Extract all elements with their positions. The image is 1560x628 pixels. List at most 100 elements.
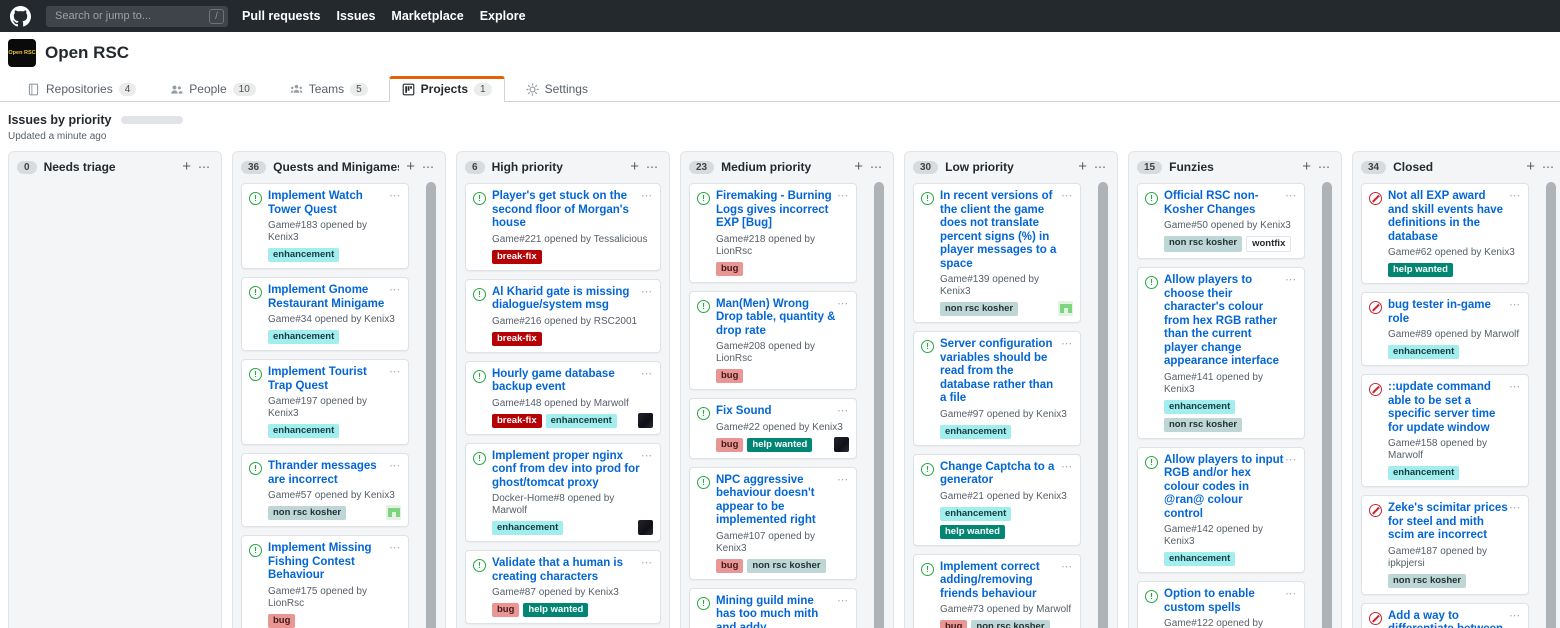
- column-menu-button[interactable]: ⋯: [1542, 162, 1555, 172]
- issue-title[interactable]: Thrander messages are incorrect: [268, 460, 388, 487]
- card-menu-button[interactable]: ⋯: [1061, 560, 1073, 573]
- issue-card[interactable]: !⋯Option to enable custom spellsGame#122…: [1137, 581, 1305, 628]
- issue-card[interactable]: !⋯Implement Tourist Trap QuestGame#197 o…: [241, 359, 409, 445]
- card-menu-button[interactable]: ⋯: [389, 283, 401, 296]
- issue-title[interactable]: Implement Gnome Restaurant Minigame: [268, 284, 388, 311]
- issue-title[interactable]: Implement correct adding/removing friend…: [940, 561, 1060, 602]
- column-menu-button[interactable]: ⋯: [1094, 162, 1107, 172]
- nav-link-issues[interactable]: Issues: [337, 9, 376, 23]
- tab-people[interactable]: People10: [157, 76, 269, 102]
- github-logo-icon[interactable]: [10, 5, 32, 27]
- issue-card[interactable]: !⋯Implement correct adding/removing frie…: [913, 554, 1081, 628]
- card-menu-button[interactable]: ⋯: [389, 189, 401, 202]
- issue-title[interactable]: Allow players to input RGB and/or hex co…: [1164, 454, 1284, 522]
- issue-card[interactable]: !⋯Al Kharid gate is missing dialogue/sys…: [465, 279, 661, 353]
- issue-title[interactable]: Zeke's scimitar prices for steel and mit…: [1388, 502, 1508, 543]
- tab-projects[interactable]: Projects1: [389, 76, 505, 102]
- issue-card[interactable]: !⋯Validate that a human is creating char…: [465, 550, 661, 624]
- add-card-button[interactable]: +: [1078, 161, 1087, 173]
- issue-card[interactable]: !⋯Implement proper nginx conf from dev i…: [465, 443, 661, 543]
- card-menu-button[interactable]: ⋯: [1509, 609, 1521, 622]
- issue-card[interactable]: !⋯Player's get stuck on the second floor…: [465, 183, 661, 271]
- card-menu-button[interactable]: ⋯: [1509, 298, 1521, 311]
- issue-card[interactable]: !⋯Man(Men) Wrong Drop table, quantity & …: [689, 291, 857, 391]
- tab-settings[interactable]: Settings: [513, 76, 601, 102]
- issue-card[interactable]: !⋯Hourly game database backup eventGame#…: [465, 361, 661, 435]
- scrollbar-thumb[interactable]: [1322, 182, 1332, 628]
- issue-card[interactable]: !⋯::update command able to be set a spec…: [1361, 374, 1529, 487]
- scrollbar-thumb[interactable]: [426, 182, 436, 628]
- issue-title[interactable]: Player's get stuck on the second floor o…: [492, 190, 640, 231]
- card-menu-button[interactable]: ⋯: [1285, 453, 1297, 466]
- issue-title[interactable]: Server configuration variables should be…: [940, 338, 1060, 406]
- issue-title[interactable]: bug tester in-game role: [1388, 299, 1508, 326]
- nav-link-explore[interactable]: Explore: [480, 9, 526, 23]
- issue-title[interactable]: Hourly game database backup event: [492, 368, 640, 395]
- issue-card[interactable]: !⋯Implement Gnome Restaurant MinigameGam…: [241, 277, 409, 351]
- issue-title[interactable]: Change Captcha to a generator: [940, 461, 1060, 488]
- card-menu-button[interactable]: ⋯: [1061, 189, 1073, 202]
- scrollbar-thumb[interactable]: [1546, 182, 1556, 628]
- add-card-button[interactable]: +: [630, 161, 639, 173]
- card-menu-button[interactable]: ⋯: [389, 459, 401, 472]
- issue-title[interactable]: Firemaking - Burning Logs gives incorrec…: [716, 190, 836, 231]
- nav-link-pull-requests[interactable]: Pull requests: [242, 9, 321, 23]
- card-menu-button[interactable]: ⋯: [1509, 501, 1521, 514]
- issue-card[interactable]: !⋯Allow players to input RGB and/or hex …: [1137, 447, 1305, 574]
- card-menu-button[interactable]: ⋯: [1061, 337, 1073, 350]
- card-menu-button[interactable]: ⋯: [641, 367, 653, 380]
- issue-title[interactable]: ::update command able to be set a specif…: [1388, 381, 1508, 435]
- issue-title[interactable]: In recent versions of the client the gam…: [940, 190, 1060, 271]
- tab-repositories[interactable]: Repositories4: [14, 76, 149, 102]
- issue-title[interactable]: Allow players to choose their character'…: [1164, 274, 1284, 369]
- issue-title[interactable]: Implement Tourist Trap Quest: [268, 366, 388, 393]
- issue-card[interactable]: !⋯Mining guild mine has too much mith an…: [689, 588, 857, 628]
- card-menu-button[interactable]: ⋯: [837, 594, 849, 607]
- card-menu-button[interactable]: ⋯: [641, 449, 653, 462]
- nav-link-marketplace[interactable]: Marketplace: [391, 9, 463, 23]
- issue-card[interactable]: !⋯In recent versions of the client the g…: [913, 183, 1081, 323]
- issue-title[interactable]: Not all EXP award and skill events have …: [1388, 190, 1508, 244]
- card-menu-button[interactable]: ⋯: [837, 404, 849, 417]
- issue-card[interactable]: !⋯Official RSC non-Kosher ChangesGame#50…: [1137, 183, 1305, 259]
- issue-card[interactable]: !⋯Zeke's scimitar prices for steel and m…: [1361, 495, 1529, 595]
- issue-title[interactable]: Man(Men) Wrong Drop table, quantity & dr…: [716, 298, 836, 339]
- card-menu-button[interactable]: ⋯: [837, 189, 849, 202]
- issue-title[interactable]: Add a way to differentiate between dev a…: [1388, 610, 1508, 628]
- issue-title[interactable]: Implement Watch Tower Quest: [268, 190, 388, 217]
- issue-card[interactable]: !⋯Implement Watch Tower QuestGame#183 op…: [241, 183, 409, 269]
- column-menu-button[interactable]: ⋯: [198, 162, 211, 172]
- column-menu-button[interactable]: ⋯: [422, 162, 435, 172]
- card-menu-button[interactable]: ⋯: [1509, 189, 1521, 202]
- issue-title[interactable]: Mining guild mine has too much mith and …: [716, 595, 836, 628]
- issue-card[interactable]: !⋯Add a way to differentiate between dev…: [1361, 603, 1529, 628]
- add-card-button[interactable]: +: [1526, 161, 1535, 173]
- card-menu-button[interactable]: ⋯: [641, 189, 653, 202]
- card-menu-button[interactable]: ⋯: [1285, 273, 1297, 286]
- card-menu-button[interactable]: ⋯: [641, 556, 653, 569]
- column-scrollbar[interactable]: [874, 182, 884, 628]
- issue-title[interactable]: Option to enable custom spells: [1164, 588, 1284, 615]
- issue-card[interactable]: !⋯Allow players to choose their characte…: [1137, 267, 1305, 439]
- issue-card[interactable]: !⋯Implement Missing Fishing Contest Beha…: [241, 535, 409, 628]
- issue-title[interactable]: NPC aggressive behaviour doesn't appear …: [716, 474, 836, 528]
- issue-card[interactable]: !⋯Thrander messages are incorrectGame#57…: [241, 453, 409, 527]
- issue-card[interactable]: !⋯NPC aggressive behaviour doesn't appea…: [689, 467, 857, 580]
- card-menu-button[interactable]: ⋯: [389, 541, 401, 554]
- column-menu-button[interactable]: ⋯: [870, 162, 883, 172]
- card-menu-button[interactable]: ⋯: [837, 297, 849, 310]
- search-input[interactable]: [46, 6, 228, 27]
- issue-card[interactable]: !⋯Firemaking - Burning Logs gives incorr…: [689, 183, 857, 283]
- issue-title[interactable]: Validate that a human is creating charac…: [492, 557, 640, 584]
- card-menu-button[interactable]: ⋯: [1509, 380, 1521, 393]
- org-avatar[interactable]: Open RSC: [8, 39, 36, 67]
- issue-card[interactable]: !⋯Server configuration variables should …: [913, 331, 1081, 446]
- issue-title[interactable]: Implement Missing Fishing Contest Behavi…: [268, 542, 388, 583]
- scrollbar-thumb[interactable]: [874, 182, 884, 628]
- issue-card[interactable]: !⋯Fix SoundGame#22 opened by Kenix3bughe…: [689, 398, 857, 459]
- tab-teams[interactable]: Teams5: [277, 76, 381, 102]
- card-menu-button[interactable]: ⋯: [641, 285, 653, 298]
- column-scrollbar[interactable]: [1546, 182, 1556, 628]
- add-card-button[interactable]: +: [1302, 161, 1311, 173]
- issue-title[interactable]: Fix Sound: [716, 405, 836, 419]
